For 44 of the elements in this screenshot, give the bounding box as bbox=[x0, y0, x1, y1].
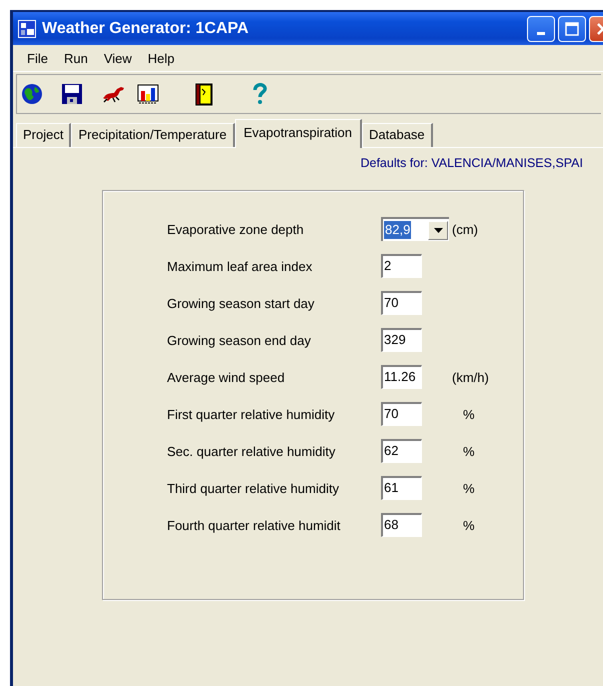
field-label: Third quarter relative humidity bbox=[167, 480, 340, 496]
input-field[interactable]: 2 bbox=[381, 254, 422, 278]
field-label: Growing season start day bbox=[167, 296, 316, 310]
field-label: First quarter relative humidity bbox=[167, 406, 336, 422]
unit-label: % bbox=[462, 406, 476, 422]
dropdown-arrow-button[interactable] bbox=[428, 220, 448, 240]
field-label: Growing season end day bbox=[167, 332, 312, 348]
tab[interactable]: Precipitation/Temperature bbox=[71, 123, 235, 147]
bar-chart-icon[interactable] bbox=[137, 82, 159, 106]
input-field[interactable]: 61 bbox=[381, 476, 422, 500]
unit-label: % bbox=[462, 444, 476, 458]
caret-icon bbox=[434, 228, 442, 232]
unit-label: (km/h) bbox=[451, 370, 489, 384]
field-label: Average wind speed bbox=[167, 370, 286, 384]
field-label: Sec. quarter relative humidity bbox=[167, 444, 336, 458]
minimize-button[interactable] bbox=[527, 16, 555, 42]
tab[interactable]: Evapotranspiration bbox=[234, 119, 362, 148]
defaults-label: Defaults for: VALENCIA/MANISES,SPAI bbox=[359, 156, 584, 170]
input-field[interactable]: 329 bbox=[381, 328, 422, 352]
input-field[interactable]: 62 bbox=[381, 439, 422, 463]
window-title: Weather Generator: 1CAPA bbox=[42, 20, 250, 38]
field-label: Fourth quarter relative humidit bbox=[167, 518, 342, 532]
field-label: Maximum leaf area index bbox=[167, 258, 314, 274]
input-field[interactable]: 68 bbox=[381, 513, 422, 537]
menu-item[interactable]: File bbox=[19, 50, 56, 66]
input-field[interactable]: 70 bbox=[381, 402, 422, 426]
tab[interactable]: Database bbox=[362, 123, 433, 147]
unit-label: % bbox=[462, 480, 476, 496]
maximize-button[interactable] bbox=[558, 16, 586, 42]
menu-item[interactable]: View bbox=[96, 50, 140, 66]
depth-dropdown[interactable]: 82,9 bbox=[381, 217, 449, 241]
unit-label: (cm) bbox=[451, 222, 479, 236]
app-icon bbox=[18, 20, 36, 38]
maximize-icon bbox=[565, 22, 579, 36]
field-label: Evaporative zone depth bbox=[167, 222, 305, 236]
menu-item[interactable]: Help bbox=[140, 50, 183, 66]
input-field[interactable]: 11.26 bbox=[381, 365, 422, 389]
menu-item[interactable]: Run bbox=[56, 50, 96, 66]
door-icon[interactable] bbox=[193, 82, 215, 106]
tab[interactable]: Project bbox=[16, 123, 72, 147]
unit-label: % bbox=[462, 518, 476, 532]
minimize-icon bbox=[537, 32, 545, 35]
globe-icon[interactable] bbox=[21, 82, 43, 106]
input-field[interactable]: 70 bbox=[381, 291, 422, 315]
